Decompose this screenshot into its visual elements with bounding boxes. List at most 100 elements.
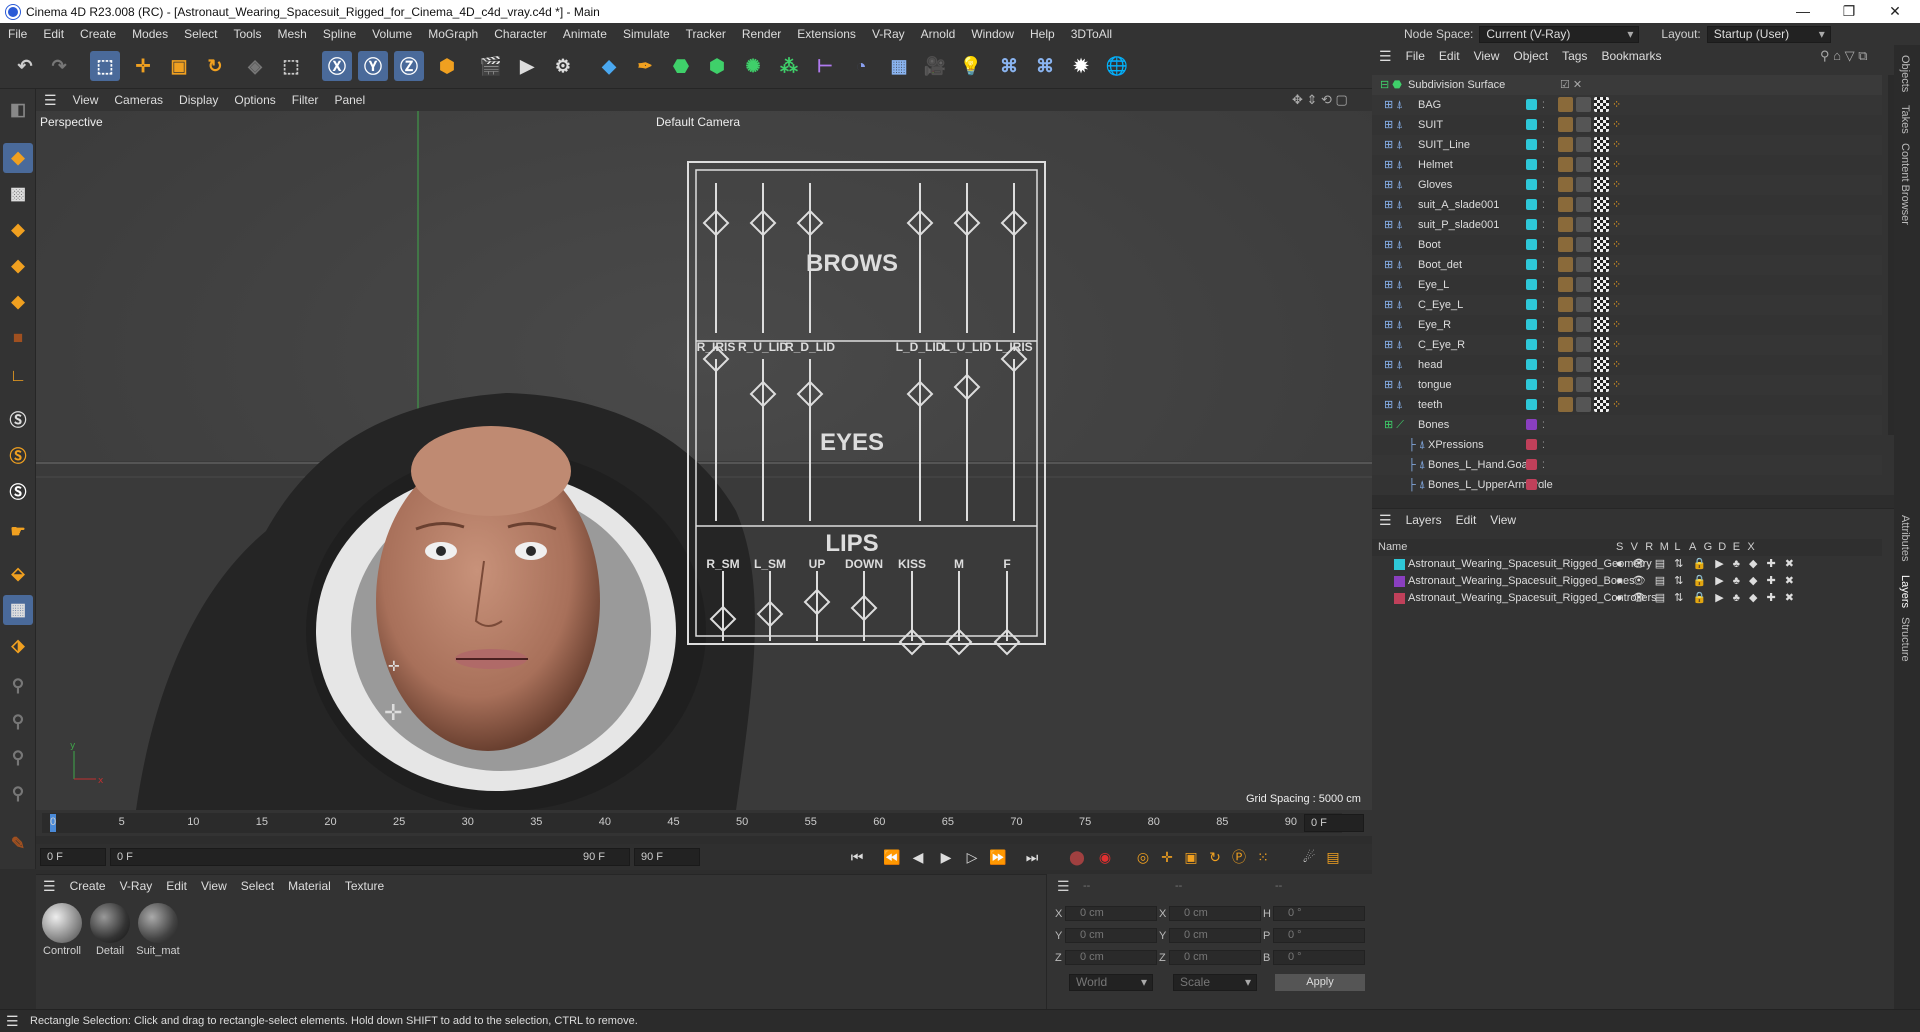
null-object-icon[interactable]: ⊞ ⍋ — [1384, 235, 1403, 255]
layer-color-swatch[interactable] — [1526, 359, 1537, 370]
layer-color-swatch[interactable] — [1526, 259, 1537, 270]
object-row[interactable]: ⊞ ⍋ teeth ⁚ ⁘ — [1372, 395, 1882, 415]
rotation-b-field[interactable]: 0 ° — [1273, 950, 1365, 965]
null-object-icon[interactable]: ⊞ ⍋ — [1384, 195, 1403, 215]
null-object-icon[interactable]: ⊞ ⍋ — [1384, 115, 1403, 135]
prev-key-icon[interactable]: ⏪ — [881, 847, 903, 867]
tab-layers[interactable]: Layers — [1899, 575, 1911, 608]
material-tag-icon[interactable] — [1576, 137, 1591, 152]
polygons-mode-icon[interactable]: ◆ — [3, 287, 33, 317]
menu-3dtoall[interactable]: 3DToAll — [1063, 27, 1120, 41]
layer-color-swatch[interactable] — [1526, 99, 1537, 110]
phong-tag-icon[interactable]: ⁘ — [1612, 295, 1621, 315]
visibility-dots-icon[interactable]: ⁚ — [1542, 155, 1545, 175]
objects-hamburger-icon[interactable]: ☰ — [1372, 48, 1399, 65]
key-mode-icon[interactable]: ◎ — [1132, 847, 1154, 867]
camera-icon[interactable]: 🎥 — [920, 51, 950, 81]
layer-column-header[interactable]: X — [1747, 539, 1754, 556]
object-row[interactable]: ├ ⍋ XPressions ⁚ — [1372, 435, 1882, 455]
visibility-dots-icon[interactable]: ⁚ — [1542, 315, 1545, 335]
object-row[interactable]: ├ ⍋ Bones_L_Hand.Goal ⁚ — [1372, 455, 1882, 475]
layer-row[interactable]: Astronaut_Wearing_Spacesuit_Rigged_Geome… — [1372, 556, 1882, 573]
menu-arnold[interactable]: Arnold — [913, 27, 964, 41]
visibility-dots-icon[interactable]: ⁚ — [1542, 415, 1545, 435]
material-menu-vray[interactable]: V-Ray — [113, 879, 160, 893]
null-object-icon[interactable]: ⊞ ⍋ — [1384, 395, 1403, 415]
layer-color-swatch[interactable] — [1526, 199, 1537, 210]
snap-icon[interactable]: ⬙ — [3, 559, 33, 589]
material-tag-icon[interactable] — [1558, 97, 1573, 112]
layer-color-swatch[interactable] — [1526, 459, 1537, 470]
material-tag-icon[interactable] — [1558, 117, 1573, 132]
menu-window[interactable]: Window — [963, 27, 1022, 41]
layers-hamburger-icon[interactable]: ☰ — [1372, 512, 1399, 529]
layer-color-swatch[interactable] — [1526, 399, 1537, 410]
object-row[interactable]: ⊞ ⍋ SUIT ⁚ ⁘ — [1372, 115, 1882, 135]
edges-mode-icon[interactable]: ◆ — [3, 251, 33, 281]
null-object-icon[interactable]: ⊞ ⍋ — [1384, 135, 1403, 155]
visibility-dots-icon[interactable]: ⁚ — [1542, 395, 1545, 415]
object-row[interactable]: ⊞ ⍋ Helmet ⁚ ⁘ — [1372, 155, 1882, 175]
objects-search-filter-icons[interactable]: ⚲ ⌂ ▽ ⧉ — [1820, 48, 1868, 64]
next-key-icon[interactable]: ⏩ — [987, 847, 1009, 867]
python-script-icon[interactable]: ⌘ — [1030, 51, 1060, 81]
node-space-dropdown[interactable]: Current (V-Ray) — [1479, 25, 1640, 43]
layer-color-swatch[interactable] — [1526, 419, 1537, 430]
layer-color-swatch[interactable] — [1394, 576, 1405, 587]
menu-edit[interactable]: Edit — [35, 27, 72, 41]
render-view-icon[interactable]: ▶ — [512, 51, 542, 81]
light-icon[interactable]: 💡 — [956, 51, 986, 81]
material-menu-texture[interactable]: Texture — [338, 879, 391, 893]
current-frame-field[interactable]: 0 F — [1304, 814, 1364, 832]
material-tag-icon[interactable] — [1576, 317, 1591, 332]
menu-simulate[interactable]: Simulate — [615, 27, 678, 41]
menu-animate[interactable]: Animate — [555, 27, 615, 41]
viewport-hamburger-icon[interactable]: ☰ — [36, 92, 65, 109]
object-row[interactable]: ⊞ ⍋ Boot ⁚ ⁘ — [1372, 235, 1882, 255]
layer-column-header[interactable]: R — [1645, 539, 1653, 556]
material-tag-icon[interactable] — [1558, 297, 1573, 312]
layer-column-header[interactable]: S — [1616, 539, 1623, 556]
floor-icon[interactable]: ▦ — [884, 51, 914, 81]
material-tag-icon[interactable] — [1576, 337, 1591, 352]
settings-gear-icon[interactable]: ✹ — [1066, 51, 1096, 81]
size-x-field[interactable]: 0 cm — [1169, 906, 1261, 921]
tab-takes[interactable]: Takes — [1899, 105, 1911, 134]
layer-column-header[interactable]: L — [1674, 539, 1680, 556]
material-tag-icon[interactable] — [1576, 377, 1591, 392]
autokey-icon[interactable]: ◉ — [1094, 847, 1116, 867]
viewport-menu-panel[interactable]: Panel — [326, 93, 373, 107]
maximize-button[interactable]: ❐ — [1826, 0, 1872, 23]
status-hamburger-icon[interactable]: ☰ — [6, 1010, 19, 1032]
object-row[interactable]: ⊞ ⍋ C_Eye_R ⁚ ⁘ — [1372, 335, 1882, 355]
material-tag-icon[interactable] — [1594, 217, 1609, 232]
layer-color-swatch[interactable] — [1526, 279, 1537, 290]
extrude-icon[interactable]: ⬢ — [702, 51, 732, 81]
render-region-icon[interactable]: 🎬 — [476, 51, 506, 81]
material-tag-icon[interactable] — [1576, 257, 1591, 272]
phong-tag-icon[interactable]: ⁘ — [1612, 155, 1621, 175]
mograph-icon[interactable]: ⁂ — [774, 51, 804, 81]
root-flags[interactable]: ☑ ✕ — [1560, 75, 1582, 95]
material-menu-material[interactable]: Material — [281, 879, 338, 893]
menu-volume[interactable]: Volume — [364, 27, 420, 41]
layer-color-swatch[interactable] — [1526, 219, 1537, 230]
visibility-dots-icon[interactable]: ⁚ — [1542, 95, 1545, 115]
material-menu-create[interactable]: Create — [63, 879, 113, 893]
tweak-icon[interactable]: ☛ — [3, 517, 33, 547]
brush-icon[interactable]: ⚲ — [3, 743, 33, 773]
layer-color-swatch[interactable] — [1526, 379, 1537, 390]
material-tag-icon[interactable] — [1594, 357, 1609, 372]
material-tag-icon[interactable] — [1576, 117, 1591, 132]
layer-color-swatch[interactable] — [1526, 239, 1537, 250]
make-editable-icon[interactable]: ◧ — [3, 95, 33, 125]
material-tag-icon[interactable] — [1576, 157, 1591, 172]
material-tag-icon[interactable] — [1594, 297, 1609, 312]
phong-tag-icon[interactable]: ⁘ — [1612, 335, 1621, 355]
null-object-icon[interactable]: ⊞ ⍋ — [1384, 95, 1403, 115]
menu-file[interactable]: File — [0, 27, 35, 41]
phong-tag-icon[interactable]: ⁘ — [1612, 215, 1621, 235]
object-row[interactable]: ⊞ ⍋ tongue ⁚ ⁘ — [1372, 375, 1882, 395]
layout-dropdown[interactable]: Startup (User) — [1706, 25, 1831, 43]
visibility-dots-icon[interactable]: ⁚ — [1542, 135, 1545, 155]
